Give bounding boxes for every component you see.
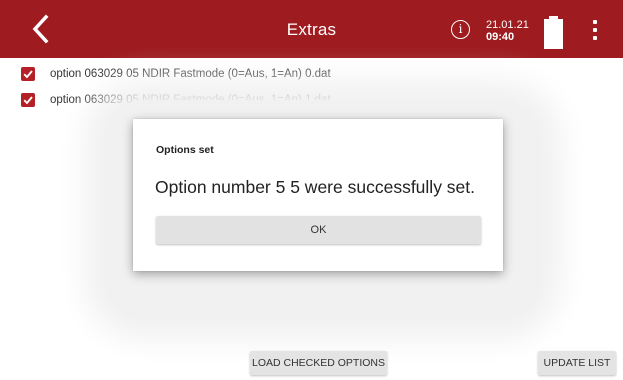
menu-dot [593,28,597,32]
date-label: 21.01.21 [486,19,529,31]
update-list-button[interactable]: UPDATE LIST [538,351,616,375]
check-icon [23,96,33,105]
menu-dot [593,20,597,24]
info-icon[interactable]: i [451,20,470,39]
app-header: Extras i 21.01.21 09:40 [0,0,623,58]
dialog-title: Options set [156,144,214,156]
option-item[interactable]: option 063029 05 NDIR Fastmode (0=Aus, 1… [21,65,331,83]
battery-icon [544,16,563,49]
dialog-message: Option number 5 5 were successfully set. [155,177,476,197]
option-label: option 063029 05 NDIR Fastmode (0=Aus, 1… [50,68,331,80]
battery-level [544,19,563,49]
checkbox-checked[interactable] [21,93,35,107]
load-checked-options-button[interactable]: LOAD CHECKED OPTIONS [250,351,387,375]
check-icon [23,70,33,79]
more-vert-icon[interactable] [589,20,601,40]
page-title: Extras [286,20,337,39]
ok-button[interactable]: OK [156,216,481,244]
checkbox-checked[interactable] [21,67,35,81]
menu-dot [593,36,597,40]
date-time: 21.01.21 09:40 [486,19,529,43]
extras-screen: Extras i 21.01.21 09:40 option 063029 05… [0,0,623,380]
options-set-dialog: Options set Option number 5 5 were succe… [133,119,503,271]
time-label: 09:40 [486,31,515,43]
